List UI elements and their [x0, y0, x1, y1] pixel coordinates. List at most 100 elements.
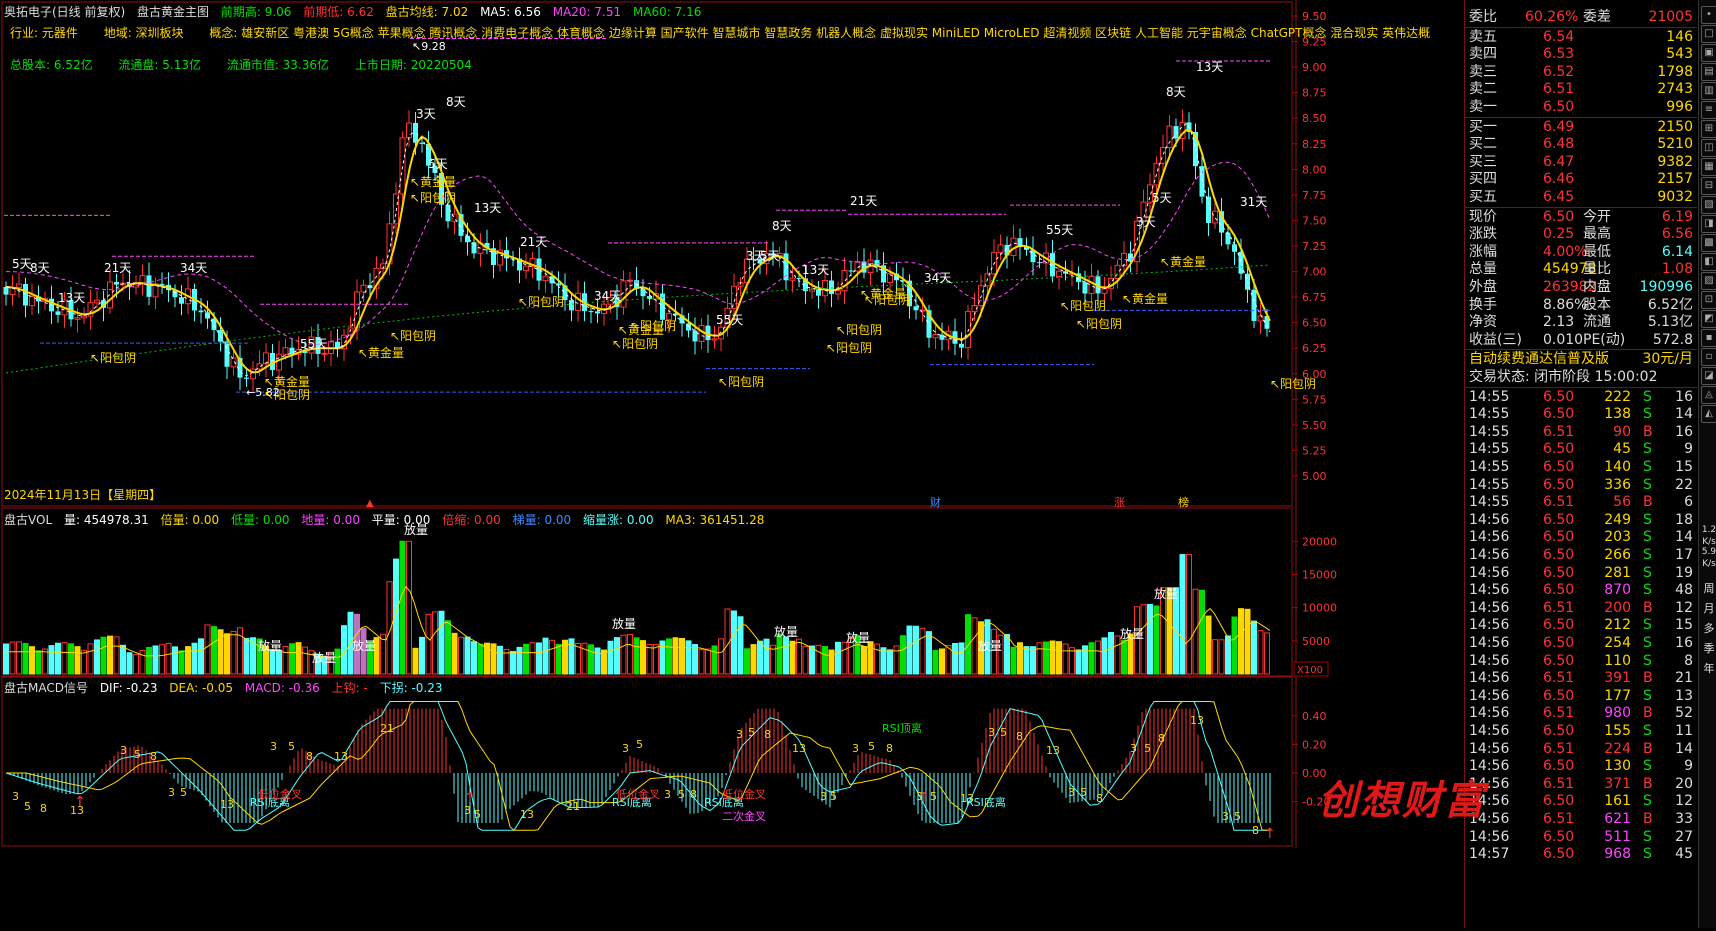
- tick-row[interactable]: 14:56 6.50 155 S 11: [1465, 722, 1697, 740]
- volume-bar[interactable]: [822, 645, 828, 675]
- volume-bar[interactable]: [107, 635, 113, 675]
- candle-body[interactable]: [1160, 147, 1166, 164]
- tick-row[interactable]: 14:56 6.50 203 S 14: [1465, 528, 1697, 546]
- period-button[interactable]: 年: [1701, 660, 1716, 676]
- volume-bar[interactable]: [1121, 639, 1127, 675]
- volume-bar[interactable]: [893, 645, 900, 675]
- macd-title[interactable]: 盘古MACD信号: [4, 681, 88, 695]
- candle-body[interactable]: [1114, 264, 1121, 279]
- volume-bar[interactable]: [737, 616, 744, 675]
- bid-row[interactable]: 买四 6.46 2157: [1465, 170, 1697, 188]
- toolbar-icon[interactable]: ▪: [1701, 329, 1716, 347]
- volume-bar[interactable]: [230, 630, 237, 675]
- volume-bar[interactable]: [789, 640, 796, 675]
- toolbar-icon[interactable]: ⊞: [1701, 120, 1716, 138]
- volume-bar[interactable]: [594, 647, 601, 675]
- candle-body[interactable]: [1199, 166, 1205, 197]
- candle-body[interactable]: [146, 275, 152, 297]
- ask-row[interactable]: 卖三 6.52 1798: [1465, 63, 1697, 81]
- candle-body[interactable]: [81, 315, 87, 319]
- volume-bar[interactable]: [1231, 616, 1238, 675]
- volume-bar[interactable]: [1251, 620, 1257, 675]
- quote-row[interactable]: 涨幅 4.00% 最低 6.14: [1465, 243, 1697, 261]
- candle-body[interactable]: [569, 300, 574, 311]
- bid-row[interactable]: 买二 6.48 5210: [1465, 135, 1697, 153]
- toolbar-icon[interactable]: ▩: [1701, 234, 1716, 252]
- tick-row[interactable]: 14:56 6.51 200 B 12: [1465, 599, 1697, 617]
- candle-body[interactable]: [198, 310, 204, 313]
- toolbar-icon[interactable]: ◭: [1701, 405, 1716, 423]
- volume-bar[interactable]: [705, 648, 711, 675]
- volume-bar[interactable]: [835, 641, 841, 675]
- volume-bar[interactable]: [919, 627, 926, 675]
- volume-bar[interactable]: [828, 649, 835, 675]
- volume-bar[interactable]: [542, 637, 549, 675]
- candle-body[interactable]: [1082, 282, 1088, 294]
- tick-row[interactable]: 14:55 6.50 336 S 22: [1465, 476, 1697, 494]
- volume-bar[interactable]: [22, 643, 29, 675]
- volume-bar[interactable]: [1075, 649, 1082, 675]
- quote-row[interactable]: 净资 2.13 流通 5.13亿: [1465, 313, 1697, 331]
- volume-bar[interactable]: [1199, 589, 1205, 675]
- tick-row[interactable]: 14:56 6.51 980 B 52: [1465, 704, 1697, 722]
- volume-bar[interactable]: [581, 642, 588, 675]
- volume-bar[interactable]: [614, 637, 620, 675]
- toolbar-icon[interactable]: ⊡: [1701, 291, 1716, 309]
- volume-bar[interactable]: [191, 642, 198, 675]
- volume-bar[interactable]: [152, 645, 159, 675]
- volume-bar[interactable]: [718, 638, 724, 675]
- volume-bar[interactable]: [796, 638, 802, 675]
- quote-row[interactable]: 涨跌 0.25 最高 6.56: [1465, 225, 1697, 243]
- volume-bar[interactable]: [1264, 632, 1270, 675]
- candle-body[interactable]: [276, 353, 282, 371]
- volume-bar[interactable]: [672, 637, 679, 675]
- volume-bar[interactable]: [458, 636, 464, 675]
- candle-body[interactable]: [445, 204, 451, 222]
- volume-bar[interactable]: [1095, 640, 1101, 675]
- volume-bar[interactable]: [588, 644, 594, 675]
- volume-bar[interactable]: [419, 636, 425, 675]
- volume-bar[interactable]: [55, 642, 61, 675]
- tick-row[interactable]: 14:56 6.50 110 S 8: [1465, 652, 1697, 670]
- volume-bar[interactable]: [607, 640, 614, 675]
- candle-body[interactable]: [1212, 210, 1218, 224]
- volume-bar[interactable]: [243, 637, 250, 675]
- toolbar-icon[interactable]: ▣: [1701, 44, 1716, 62]
- candle-body[interactable]: [224, 341, 230, 367]
- quote-row[interactable]: 换手 8.86% 股本 6.52亿: [1465, 296, 1697, 314]
- volume-bar[interactable]: [399, 540, 406, 675]
- tick-row[interactable]: 14:56 6.50 249 S 18: [1465, 511, 1697, 529]
- volume-bar[interactable]: [1212, 639, 1218, 675]
- volume-bar[interactable]: [913, 625, 919, 675]
- volume-bar[interactable]: [692, 644, 698, 675]
- ask-row[interactable]: 卖二 6.51 2743: [1465, 80, 1697, 98]
- volume-bar[interactable]: [35, 650, 42, 675]
- volume-bar[interactable]: [776, 633, 783, 675]
- tick-row[interactable]: 14:55 6.51 90 B 16: [1465, 423, 1697, 441]
- candle-body[interactable]: [913, 306, 919, 311]
- volume-bar[interactable]: [1192, 588, 1199, 675]
- volume-bar[interactable]: [100, 636, 107, 675]
- period-button[interactable]: 季: [1701, 640, 1716, 656]
- volume-bar[interactable]: [302, 646, 308, 675]
- volume-bar[interactable]: [1101, 637, 1108, 675]
- volume-bar[interactable]: [1043, 641, 1049, 675]
- volume-bar[interactable]: [1030, 646, 1036, 675]
- volume-bar[interactable]: [282, 645, 289, 675]
- volume-bar[interactable]: [640, 640, 646, 675]
- candle-body[interactable]: [959, 343, 964, 348]
- kline-chart-area[interactable]: 9.50 9.25 9.00 8.75 8.50 8.25 8.00 7.75 7.50 7.25…: [0, 0, 1464, 928]
- candle-body[interactable]: [1037, 262, 1042, 264]
- volume-bar[interactable]: [516, 646, 523, 675]
- volume-bar[interactable]: [406, 540, 412, 675]
- tick-row[interactable]: 14:56 6.50 254 S 16: [1465, 634, 1697, 652]
- volume-bar[interactable]: [295, 642, 302, 675]
- candle-body[interactable]: [16, 283, 22, 289]
- volume-bar[interactable]: [477, 643, 484, 675]
- candle-body[interactable]: [588, 311, 594, 313]
- volume-bar[interactable]: [1205, 615, 1212, 675]
- stock-title[interactable]: 奥拓电子(日线 前复权): [4, 5, 125, 19]
- volume-bar[interactable]: [113, 636, 120, 675]
- bid-row[interactable]: 买一 6.49 2150: [1465, 118, 1697, 136]
- candle-body[interactable]: [829, 280, 834, 294]
